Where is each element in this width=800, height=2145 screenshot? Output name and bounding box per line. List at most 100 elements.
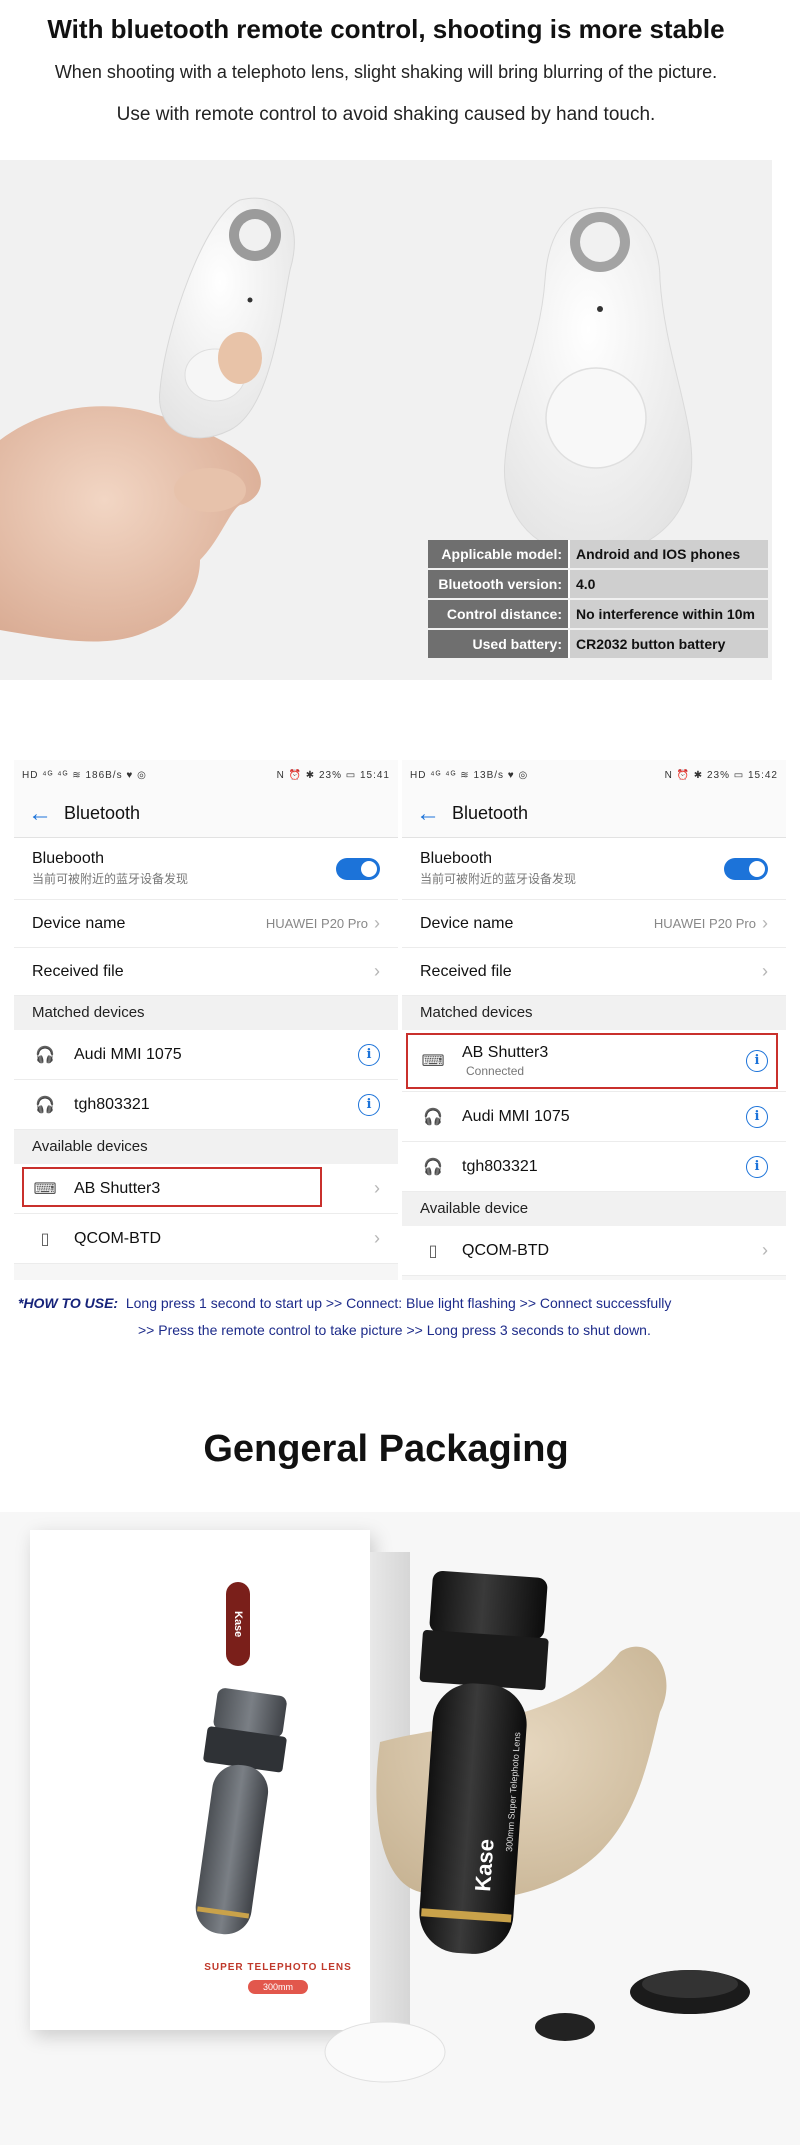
chevron-right-icon: › bbox=[762, 1240, 768, 1260]
spec-value: CR2032 button battery bbox=[568, 630, 768, 658]
how-to-text-2: >> Press the remote control to take pict… bbox=[138, 1322, 651, 1338]
headset-icon: 🎧 bbox=[423, 1108, 443, 1126]
info-icon[interactable]: i bbox=[358, 1093, 380, 1116]
chevron-right-icon: › bbox=[374, 1178, 380, 1198]
device-label: QCOM-BTD bbox=[462, 1241, 550, 1259]
phone-icon: ▯ bbox=[428, 1242, 438, 1260]
bluetooth-toggle[interactable] bbox=[336, 857, 380, 880]
status-bar: HD ⁴ᴳ ⁴ᴳ ≋ 13B/s ♥ ◎ N ⏰ ✱ 23% ▭ 15:42 bbox=[402, 760, 786, 790]
page-title: Bluetooth bbox=[452, 803, 529, 823]
packaging-photo: Kase SUPER TELEPHOTO LENS 300mm Kase 300… bbox=[0, 1512, 800, 2145]
back-arrow-icon[interactable]: ← bbox=[416, 801, 440, 826]
keyboard-icon: ⌨ bbox=[33, 1180, 57, 1198]
available-device-row[interactable]: ⌨ AB Shutter3 › bbox=[14, 1164, 398, 1214]
bluetooth-toggle-row[interactable]: Bluebooth 当前可被附近的蓝牙设备发现 bbox=[402, 838, 786, 900]
page-title: Bluetooth bbox=[64, 803, 141, 823]
hero-title: With bluetooth remote control, shooting … bbox=[47, 14, 725, 44]
spec-row: Used battery: CR2032 button battery bbox=[428, 630, 768, 658]
device-label: tgh803321 bbox=[74, 1095, 150, 1113]
device-label: AB Shutter3 bbox=[74, 1179, 161, 1197]
spec-row: Control distance: No interference within… bbox=[428, 600, 768, 628]
matched-device-row[interactable]: 🎧 tgh803321 i bbox=[402, 1142, 786, 1192]
status-icons-right: N ⏰ ✱ 23% ▭ 15:41 bbox=[276, 769, 390, 781]
info-icon[interactable]: i bbox=[358, 1043, 380, 1066]
hand-shape bbox=[0, 406, 261, 642]
device-name-row[interactable]: Device name HUAWEI P20 Pro › bbox=[402, 900, 786, 948]
spec-value: Android and IOS phones bbox=[568, 540, 768, 568]
spec-label: Bluetooth version: bbox=[428, 570, 568, 598]
device-name-row[interactable]: Device name HUAWEI P20 Pro › bbox=[14, 900, 398, 948]
matched-device-row[interactable]: 🎧 tgh803321 i bbox=[14, 1080, 398, 1130]
received-file-label: Received file bbox=[32, 962, 124, 980]
available-devices-header: Available devices bbox=[14, 1130, 398, 1164]
status-bar: HD ⁴ᴳ ⁴ᴳ ≋ 186B/s ♥ ◎ N ⏰ ✱ 23% ▭ 15:41 bbox=[14, 760, 398, 790]
spec-label: Applicable model: bbox=[428, 540, 568, 568]
spec-value: No interference within 10m bbox=[568, 600, 768, 628]
chevron-right-icon: › bbox=[762, 913, 768, 933]
info-icon[interactable]: i bbox=[746, 1105, 768, 1128]
info-icon[interactable]: i bbox=[746, 1049, 768, 1072]
spec-label: Control distance: bbox=[428, 600, 568, 628]
spec-row: Bluetooth version: 4.0 bbox=[428, 570, 768, 598]
status-icons-right: N ⏰ ✱ 23% ▭ 15:42 bbox=[664, 769, 778, 781]
how-to-label: *HOW TO USE: bbox=[18, 1295, 119, 1311]
matched-device-row[interactable]: ⌨ AB Shutter3 Connected i bbox=[402, 1030, 786, 1092]
bluetooth-label: Bluebooth bbox=[32, 850, 105, 867]
matched-device-row[interactable]: 🎧 Audi MMI 1075 i bbox=[402, 1092, 786, 1142]
received-file-label: Received file bbox=[420, 962, 512, 980]
status-icons-left: HD ⁴ᴳ ⁴ᴳ ≋ 13B/s ♥ ◎ bbox=[410, 769, 529, 781]
back-arrow-icon[interactable]: ← bbox=[28, 801, 52, 826]
product-photo-panel: Applicable model: Android and IOS phones… bbox=[0, 160, 772, 680]
chevron-right-icon: › bbox=[374, 913, 380, 933]
hero-line-2: Use with remote control to avoid shaking… bbox=[116, 104, 656, 125]
bluetooth-label: Bluebooth bbox=[420, 850, 493, 867]
chevron-right-icon: › bbox=[762, 961, 768, 981]
phone-screen-left: HD ⁴ᴳ ⁴ᴳ ≋ 186B/s ♥ ◎ N ⏰ ✱ 23% ▭ 15:41 … bbox=[14, 760, 398, 1280]
lens-brand-text: Kase bbox=[470, 1838, 499, 1892]
spec-label: Used battery: bbox=[428, 630, 568, 658]
top-bar: ← Bluetooth bbox=[14, 790, 398, 838]
bluetooth-sublabel: 当前可被附近的蓝牙设备发现 bbox=[32, 872, 189, 886]
lens-and-accessories: Kase 300mm Super Telephoto Lens bbox=[324, 1570, 750, 2083]
phone-screen-right: HD ⁴ᴳ ⁴ᴳ ≋ 13B/s ♥ ◎ N ⏰ ✱ 23% ▭ 15:42 ←… bbox=[402, 760, 786, 1280]
spec-row: Applicable model: Android and IOS phones bbox=[428, 540, 768, 568]
hero-line-1: When shooting with a telephoto lens, sli… bbox=[54, 62, 718, 82]
spec-table: Applicable model: Android and IOS phones… bbox=[428, 538, 768, 660]
headset-icon: 🎧 bbox=[35, 1096, 55, 1114]
keyboard-icon: ⌨ bbox=[421, 1052, 445, 1070]
chevron-right-icon: › bbox=[374, 961, 380, 981]
received-file-row[interactable]: Received file › bbox=[14, 948, 398, 996]
available-device-row[interactable]: ▯ QCOM-BTD › bbox=[402, 1226, 786, 1276]
how-to-use: *HOW TO USE: Long press 1 second to star… bbox=[18, 1290, 778, 1344]
status-icons-left: HD ⁴ᴳ ⁴ᴳ ≋ 186B/s ♥ ◎ bbox=[22, 769, 147, 781]
device-label: AB Shutter3 bbox=[462, 1043, 549, 1061]
connection-status: Connected bbox=[466, 1063, 525, 1078]
headset-icon: 🎧 bbox=[423, 1158, 443, 1176]
info-icon[interactable]: i bbox=[746, 1155, 768, 1178]
available-devices-header: Available device bbox=[402, 1192, 786, 1226]
top-bar: ← Bluetooth bbox=[402, 790, 786, 838]
matched-device-row[interactable]: 🎧 Audi MMI 1075 i bbox=[14, 1030, 398, 1080]
available-device-row[interactable]: ▯ QCOM-BTD › bbox=[14, 1214, 398, 1264]
device-label: tgh803321 bbox=[462, 1157, 538, 1175]
device-name-label: Device name bbox=[420, 914, 514, 932]
device-label: Audi MMI 1075 bbox=[462, 1107, 570, 1125]
matched-devices-header: Matched devices bbox=[14, 996, 398, 1030]
device-name-value: HUAWEI P20 Pro bbox=[653, 916, 756, 931]
headset-icon: 🎧 bbox=[35, 1046, 55, 1064]
phone-icon: ▯ bbox=[40, 1230, 50, 1248]
received-file-row[interactable]: Received file › bbox=[402, 948, 786, 996]
spec-value: 4.0 bbox=[568, 570, 768, 598]
device-name-value: HUAWEI P20 Pro bbox=[265, 916, 368, 931]
chevron-right-icon: › bbox=[374, 1228, 380, 1248]
how-to-line-1: *HOW TO USE: Long press 1 second to star… bbox=[18, 1290, 778, 1317]
device-name-label: Device name bbox=[32, 914, 126, 932]
bluetooth-sublabel: 当前可被附近的蓝牙设备发现 bbox=[420, 872, 577, 886]
device-label: QCOM-BTD bbox=[74, 1229, 162, 1247]
matched-devices-header: Matched devices bbox=[402, 996, 786, 1030]
bluetooth-toggle[interactable] bbox=[724, 857, 768, 880]
bluetooth-toggle-row[interactable]: Bluebooth 当前可被附近的蓝牙设备发现 bbox=[14, 838, 398, 900]
packaging-title: Gengeral Packaging bbox=[203, 1428, 569, 1470]
device-label: Audi MMI 1075 bbox=[74, 1045, 182, 1063]
how-to-text-1: Long press 1 second to start up >> Conne… bbox=[125, 1295, 672, 1311]
